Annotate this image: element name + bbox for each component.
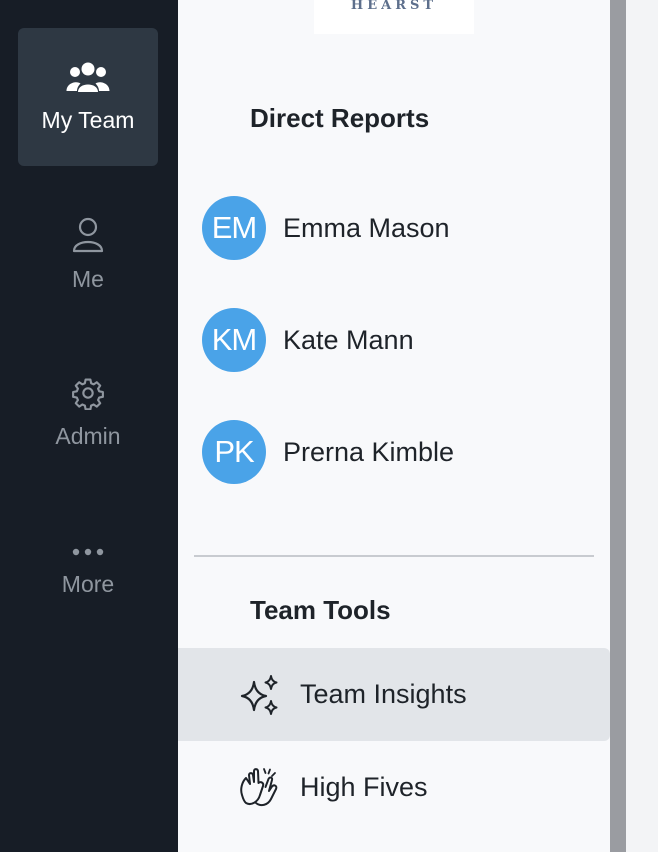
nav-item-admin[interactable]: Admin — [18, 344, 158, 482]
nav-item-me[interactable]: Me — [18, 186, 158, 324]
avatar: PK — [202, 420, 266, 484]
nav-label: More — [61, 570, 115, 597]
direct-report-item[interactable]: EM Emma Mason — [202, 196, 450, 260]
team-tools-title: Team Tools — [250, 595, 391, 625]
avatar: EM — [202, 196, 266, 260]
logo-text: HEARST — [350, 0, 438, 13]
users-icon — [66, 60, 110, 99]
team-panel: HEARST Direct Reports EM Emma Mason KM K… — [178, 0, 610, 852]
avatar: KM — [202, 308, 266, 372]
clapping-hands-icon — [236, 765, 282, 811]
direct-report-item[interactable]: KM Kate Mann — [202, 308, 414, 372]
person-icon — [72, 217, 104, 258]
tool-label: Team Insights — [300, 679, 467, 709]
person-name: Prerna Kimble — [283, 436, 455, 467]
section-divider — [194, 555, 594, 557]
nav-rail: My Team Me Admin More — [0, 0, 178, 852]
scrollbar[interactable] — [610, 0, 626, 852]
tool-label: High Fives — [300, 772, 428, 802]
nav-label: Me — [72, 266, 104, 292]
company-logo: HEARST — [314, 0, 474, 34]
person-name: Emma Mason — [283, 212, 450, 243]
sparkles-icon — [236, 672, 282, 718]
nav-item-my-team[interactable]: My Team — [18, 28, 158, 166]
direct-report-item[interactable]: PK Prerna Kimble — [202, 420, 454, 484]
nav-label: Admin — [55, 423, 121, 449]
main-content-area — [626, 0, 658, 852]
tool-high-fives[interactable]: High Fives — [178, 741, 610, 834]
person-name: Kate Mann — [283, 324, 414, 355]
ellipsis-icon — [71, 545, 105, 563]
gear-icon — [71, 376, 105, 415]
direct-reports-title: Direct Reports — [250, 103, 430, 133]
nav-item-more[interactable]: More — [18, 502, 158, 640]
tool-team-insights[interactable]: Team Insights — [178, 648, 610, 741]
nav-label: My Team — [41, 107, 135, 133]
